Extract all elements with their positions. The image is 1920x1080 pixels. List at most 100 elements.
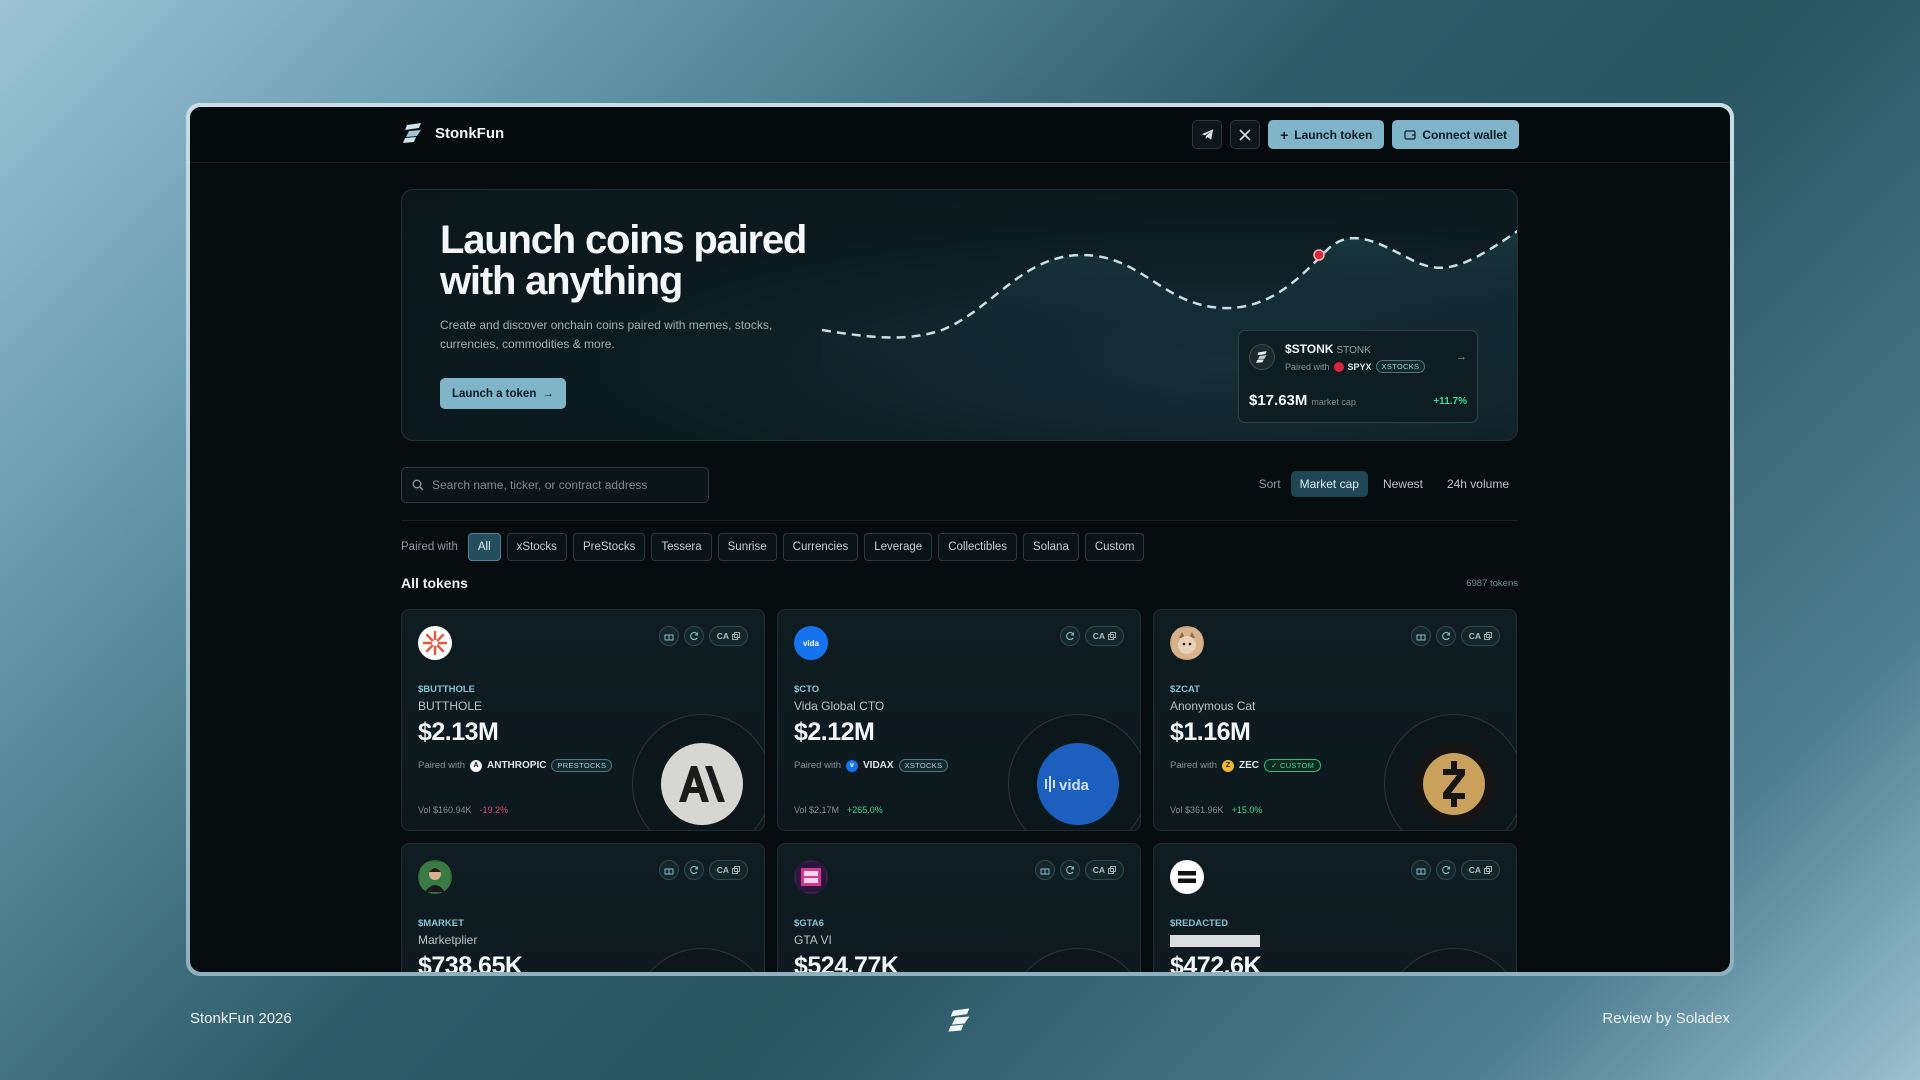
gift-button[interactable]: [1410, 860, 1431, 880]
gta-logo-icon: [796, 862, 826, 892]
hero-title: Launch coins paired with anything: [440, 218, 807, 303]
token-ticker: $GTA6: [794, 918, 824, 929]
refresh-icon: [1441, 631, 1450, 641]
list-title: All tokens: [401, 575, 468, 591]
ca-label: CA: [716, 631, 729, 641]
filter-prestocks[interactable]: PreStocks: [572, 533, 646, 561]
token-paired: Paired with v VIDAX XSTOCKS: [794, 759, 949, 772]
card-actions: CA: [1410, 860, 1500, 880]
nav-actions: + Launch token Connect wallet: [1192, 120, 1519, 149]
token-card[interactable]: CA $ZCAT Anonymous Cat $1.16M Paired wit…: [1153, 609, 1517, 831]
copy-ca-button[interactable]: CA: [1084, 860, 1124, 880]
vida-wordmark-icon: vida: [1045, 776, 1090, 794]
token-logo: [418, 626, 452, 660]
top-nav: StonkFun + Launch token Connect wallet: [190, 107, 1730, 163]
footer-logo-icon: [948, 1008, 970, 1032]
token-card[interactable]: CA $MARKET Marketplier $738.65K: [401, 843, 765, 972]
featured-market-cap-value: $17.63M: [1249, 392, 1308, 409]
filter-currencies[interactable]: Currencies: [782, 533, 859, 561]
swap-button[interactable]: [1059, 860, 1080, 880]
telegram-button[interactable]: [1192, 120, 1223, 149]
gift-button[interactable]: [1410, 626, 1431, 646]
token-market-cap: $738.65K: [418, 952, 523, 972]
token-pair-emblem: vida: [1008, 714, 1140, 830]
filter-tessera[interactable]: Tessera: [651, 533, 712, 561]
swap-button[interactable]: [1435, 626, 1456, 646]
gift-button[interactable]: [1034, 860, 1055, 880]
stonkfun-logo-icon: [403, 123, 421, 143]
launch-a-token-button[interactable]: Launch a token →: [440, 378, 566, 409]
gift-icon: [1416, 868, 1426, 875]
search-input[interactable]: [432, 478, 692, 492]
token-volume: Vol $2.17M +265.0%: [794, 805, 883, 815]
filter-collectibles[interactable]: Collectibles: [938, 533, 1018, 561]
filter-all[interactable]: All: [467, 533, 501, 561]
filter-solana[interactable]: Solana: [1023, 533, 1079, 561]
arrow-right-icon: →: [542, 387, 554, 400]
paired-label: Paired with: [418, 760, 465, 771]
gift-button[interactable]: [658, 626, 679, 646]
paired-tag: PRESTOCKS: [551, 759, 613, 772]
copy-ca-button[interactable]: CA: [1460, 626, 1500, 646]
swap-button[interactable]: [683, 626, 704, 646]
token-pair-emblem: [1008, 948, 1140, 972]
search-icon: [412, 479, 424, 491]
stonk-logo-icon: [1256, 351, 1267, 363]
featured-token-symbol: $STONK: [1285, 342, 1334, 356]
token-ticker: $CTO: [794, 684, 820, 695]
token-card[interactable]: CA $REDACTED $472.6K: [1153, 843, 1517, 972]
gift-button[interactable]: [658, 860, 679, 880]
filter-xstocks[interactable]: xStocks: [506, 533, 567, 561]
x-social-button[interactable]: [1230, 120, 1261, 149]
vidax-icon: v: [846, 759, 858, 772]
sort-market-cap[interactable]: Market cap: [1290, 471, 1368, 497]
sort-24h-volume[interactable]: 24h volume: [1438, 471, 1518, 497]
token-count: 6987 tokens: [1466, 578, 1518, 589]
anthropic-logo-icon: [679, 766, 725, 802]
hero-chart-marker: [1313, 249, 1325, 261]
featured-token-card[interactable]: $STONK STONK Paired with SPYX XSTOCKS → $…: [1238, 330, 1478, 423]
gift-icon: [1040, 868, 1050, 875]
featured-paired-tag: XSTOCKS: [1375, 360, 1426, 373]
swap-button[interactable]: [1059, 626, 1080, 646]
featured-token-ticker: STONK: [1336, 345, 1371, 356]
token-name: Marketplier: [418, 933, 478, 947]
x-logo-icon: [1239, 128, 1251, 141]
swap-button[interactable]: [1435, 860, 1456, 880]
token-market-cap: $2.13M: [418, 718, 499, 746]
app-frame: StonkFun + Launch token Connect wallet L…: [186, 103, 1734, 976]
token-grid: CA $BUTTHOLE BUTTHOLE $2.13M Paired with…: [401, 609, 1518, 972]
copy-ca-button[interactable]: CA: [1460, 860, 1500, 880]
connect-wallet-button[interactable]: Connect wallet: [1392, 120, 1519, 149]
filter-leverage[interactable]: Leverage: [864, 533, 933, 561]
featured-paired-symbol: SPYX: [1347, 361, 1372, 372]
cat-logo-icon: [1172, 628, 1202, 658]
redacted-name-bar: [1170, 935, 1260, 947]
gift-icon: [664, 868, 674, 875]
arrow-right-icon: →: [1456, 351, 1467, 363]
token-card[interactable]: vida CA $CTO Vida Global CTO $2.12M Pair…: [777, 609, 1141, 831]
refresh-icon: [1065, 865, 1074, 875]
check-circle-icon: ✓: [1271, 761, 1278, 770]
filter-sunrise[interactable]: Sunrise: [717, 533, 777, 561]
token-name: Vida Global CTO: [794, 699, 885, 713]
token-card[interactable]: CA $GTA6 GTA VI $524.77K: [777, 843, 1141, 972]
token-volume: Vol $160.94K -19.2%: [418, 805, 508, 815]
search-box: [401, 467, 709, 503]
filter-custom[interactable]: Custom: [1084, 533, 1145, 561]
divider: [401, 520, 1518, 521]
sort-newest[interactable]: Newest: [1374, 471, 1432, 497]
copy-icon: [1108, 866, 1116, 874]
brand[interactable]: StonkFun: [401, 121, 504, 145]
swap-button[interactable]: [683, 860, 704, 880]
copy-ca-button[interactable]: CA: [1084, 626, 1124, 646]
token-paired: Paired with Z ZEC ✓ CUSTOM: [1170, 759, 1322, 772]
token-card[interactable]: CA $BUTTHOLE BUTTHOLE $2.13M Paired with…: [401, 609, 765, 831]
copy-ca-button[interactable]: CA: [708, 626, 748, 646]
featured-token-paired: Paired with SPYX XSTOCKS: [1285, 360, 1426, 373]
paired-tag: XSTOCKS: [898, 759, 949, 772]
paired-tag: ✓ CUSTOM: [1264, 759, 1322, 772]
gift-icon: [664, 634, 674, 641]
copy-ca-button[interactable]: CA: [708, 860, 748, 880]
launch-token-button[interactable]: + Launch token: [1268, 120, 1385, 149]
